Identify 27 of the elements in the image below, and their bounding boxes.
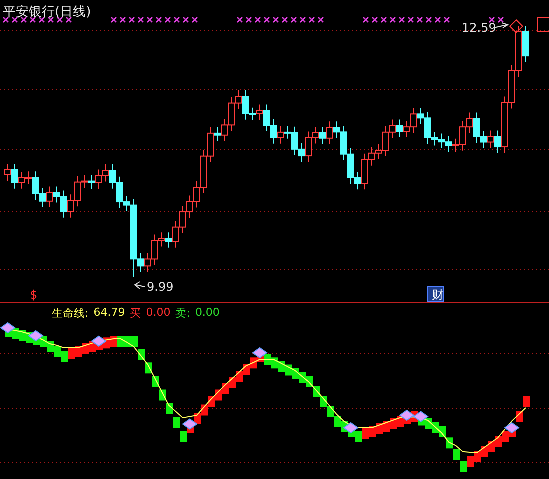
diamond-marker [504,422,520,434]
step-bar [173,417,180,428]
step-bar [166,404,173,414]
indicator-label: 生命线: [52,306,89,321]
arrow-icon [494,22,510,28]
finance-marker: 财 [428,286,444,302]
diamond-marker [413,411,429,422]
arrow-icon [134,282,146,290]
dividend-marker: $ [30,288,38,302]
diamond-marker [343,422,359,434]
diamond-icon [509,19,524,34]
step-bar [516,411,523,422]
diamond-marker [252,347,268,359]
sell-value: 0.00 [195,306,220,321]
sell-label: 卖: [176,306,190,321]
low-price-label: 9.99 [147,280,174,294]
diamond-marker [399,410,415,422]
high-price-label: 12.59 [462,21,496,35]
diamond-marker [182,418,198,430]
diamond-marker [0,322,16,334]
step-bar [523,396,530,407]
diamond-marker [28,330,44,342]
buy-label: 买 [130,306,142,321]
diamond-marker [91,336,107,347]
chart-title: 平安银行(日线) [3,5,92,20]
buy-value: 0.00 [146,306,171,321]
indicator-value: 64.79 [94,306,126,321]
